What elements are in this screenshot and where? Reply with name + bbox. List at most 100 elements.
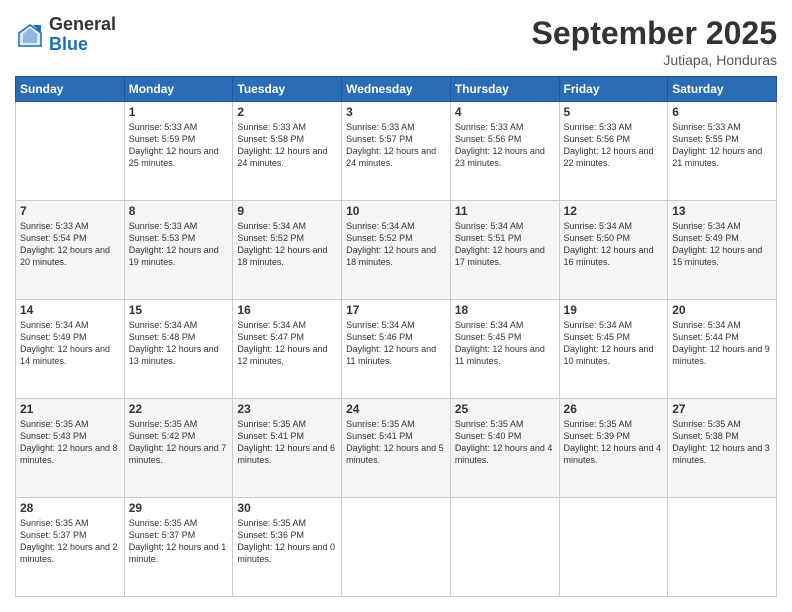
day-number: 2 [237,105,337,119]
calendar-table: Sunday Monday Tuesday Wednesday Thursday… [15,76,777,597]
cell-info: Sunrise: 5:33 AMSunset: 5:56 PMDaylight:… [455,121,555,170]
logo-general: General [49,15,116,35]
col-friday: Friday [559,77,668,102]
col-tuesday: Tuesday [233,77,342,102]
table-row: 22Sunrise: 5:35 AMSunset: 5:42 PMDayligh… [124,399,233,498]
day-number: 3 [346,105,446,119]
day-number: 1 [129,105,229,119]
cell-info: Sunrise: 5:34 AMSunset: 5:45 PMDaylight:… [564,319,664,368]
day-number: 12 [564,204,664,218]
day-number: 6 [672,105,772,119]
calendar-header-row: Sunday Monday Tuesday Wednesday Thursday… [16,77,777,102]
cell-info: Sunrise: 5:35 AMSunset: 5:43 PMDaylight:… [20,418,120,467]
day-number: 28 [20,501,120,515]
table-row: 13 Sunrise: 5:34 AMSunset: 5:49 PMDayligh… [668,201,777,300]
table-row [559,498,668,597]
cell-info: Sunrise: 5:34 AMSunset: 5:45 PMDaylight:… [455,319,555,368]
cell-info: Sunrise: 5:34 AMSunset: 5:49 PMDaylight:… [20,319,120,368]
location-subtitle: Jutiapa, Honduras [532,52,777,68]
day-number: 18 [455,303,555,317]
table-row [450,498,559,597]
cell-info: Sunrise: 5:34 AMSunset: 5:52 PMDaylight:… [237,220,337,269]
col-sunday: Sunday [16,77,125,102]
table-row: 7Sunrise: 5:33 AMSunset: 5:54 PMDaylight… [16,201,125,300]
table-row: 23Sunrise: 5:35 AMSunset: 5:41 PMDayligh… [233,399,342,498]
table-row [16,102,125,201]
cell-info: Sunrise: 5:34 AMSunset: 5:44 PMDaylight:… [672,319,772,368]
table-row: 24Sunrise: 5:35 AMSunset: 5:41 PMDayligh… [342,399,451,498]
table-row: 8 Sunrise: 5:33 AMSunset: 5:53 PMDaylight… [124,201,233,300]
table-row: 2 Sunrise: 5:33 AMSunset: 5:58 PMDaylight… [233,102,342,201]
table-row [342,498,451,597]
cell-info: Sunrise: 5:34 AMSunset: 5:50 PMDaylight:… [564,220,664,269]
cell-info: Sunrise: 5:33 AMSunset: 5:59 PMDaylight:… [129,121,229,170]
day-number: 26 [564,402,664,416]
cell-info: Sunrise: 5:35 AMSunset: 5:36 PMDaylight:… [237,517,337,566]
day-number: 13 [672,204,772,218]
cell-info: Sunrise: 5:34 AMSunset: 5:52 PMDaylight:… [346,220,446,269]
calendar-week-row: 21 Sunrise: 5:35 AMSunset: 5:43 PMDayligh… [16,399,777,498]
day-number: 14 [20,303,120,317]
calendar-week-row: 28 Sunrise: 5:35 AMSunset: 5:37 PMDayligh… [16,498,777,597]
cell-info: Sunrise: 5:33 AMSunset: 5:56 PMDaylight:… [564,121,664,170]
cell-info: Sunrise: 5:33 AMSunset: 5:55 PMDaylight:… [672,121,772,170]
day-number: 27 [672,402,772,416]
calendar-page: General Blue September 2025 Jutiapa, Hon… [0,0,792,612]
col-saturday: Saturday [668,77,777,102]
calendar-week-row: 7Sunrise: 5:33 AMSunset: 5:54 PMDaylight… [16,201,777,300]
cell-info: Sunrise: 5:35 AMSunset: 5:38 PMDaylight:… [672,418,772,467]
day-number: 19 [564,303,664,317]
cell-info: Sunrise: 5:34 AMSunset: 5:48 PMDaylight:… [129,319,229,368]
table-row: 17Sunrise: 5:34 AMSunset: 5:46 PMDayligh… [342,300,451,399]
day-number: 29 [129,501,229,515]
table-row: 18 Sunrise: 5:34 AMSunset: 5:45 PMDayligh… [450,300,559,399]
cell-info: Sunrise: 5:35 AMSunset: 5:40 PMDaylight:… [455,418,555,467]
col-wednesday: Wednesday [342,77,451,102]
cell-info: Sunrise: 5:35 AMSunset: 5:41 PMDaylight:… [346,418,446,467]
table-row: 1 Sunrise: 5:33 AMSunset: 5:59 PMDaylight… [124,102,233,201]
table-row: 12 Sunrise: 5:34 AMSunset: 5:50 PMDayligh… [559,201,668,300]
day-number: 5 [564,105,664,119]
day-number: 21 [20,402,120,416]
day-number: 16 [237,303,337,317]
cell-info: Sunrise: 5:35 AMSunset: 5:37 PMDaylight:… [20,517,120,566]
cell-info: Sunrise: 5:33 AMSunset: 5:58 PMDaylight:… [237,121,337,170]
table-row: 5 Sunrise: 5:33 AMSunset: 5:56 PMDaylight… [559,102,668,201]
table-row [668,498,777,597]
day-number: 10 [346,204,446,218]
day-number: 4 [455,105,555,119]
cell-info: Sunrise: 5:34 AMSunset: 5:46 PMDaylight:… [346,319,446,368]
header: General Blue September 2025 Jutiapa, Hon… [15,15,777,68]
logo: General Blue [15,15,116,55]
table-row: 28 Sunrise: 5:35 AMSunset: 5:37 PMDayligh… [16,498,125,597]
day-number: 7 [20,204,120,218]
table-row: 20Sunrise: 5:34 AMSunset: 5:44 PMDayligh… [668,300,777,399]
table-row: 29Sunrise: 5:35 AMSunset: 5:37 PMDayligh… [124,498,233,597]
cell-info: Sunrise: 5:35 AMSunset: 5:41 PMDaylight:… [237,418,337,467]
day-number: 11 [455,204,555,218]
table-row: 4 Sunrise: 5:33 AMSunset: 5:56 PMDaylight… [450,102,559,201]
logo-blue: Blue [49,35,116,55]
day-number: 30 [237,501,337,515]
logo-icon [15,20,45,50]
table-row: 16Sunrise: 5:34 AMSunset: 5:47 PMDayligh… [233,300,342,399]
day-number: 25 [455,402,555,416]
calendar-week-row: 14 Sunrise: 5:34 AMSunset: 5:49 PMDayligh… [16,300,777,399]
table-row: 9 Sunrise: 5:34 AMSunset: 5:52 PMDaylight… [233,201,342,300]
col-thursday: Thursday [450,77,559,102]
cell-info: Sunrise: 5:34 AMSunset: 5:51 PMDaylight:… [455,220,555,269]
cell-info: Sunrise: 5:33 AMSunset: 5:53 PMDaylight:… [129,220,229,269]
day-number: 8 [129,204,229,218]
table-row: 15 Sunrise: 5:34 AMSunset: 5:48 PMDayligh… [124,300,233,399]
table-row: 21 Sunrise: 5:35 AMSunset: 5:43 PMDayligh… [16,399,125,498]
table-row: 3 Sunrise: 5:33 AMSunset: 5:57 PMDaylight… [342,102,451,201]
cell-info: Sunrise: 5:33 AMSunset: 5:57 PMDaylight:… [346,121,446,170]
table-row: 30 Sunrise: 5:35 AMSunset: 5:36 PMDayligh… [233,498,342,597]
table-row: 10 Sunrise: 5:34 AMSunset: 5:52 PMDayligh… [342,201,451,300]
table-row: 19 Sunrise: 5:34 AMSunset: 5:45 PMDayligh… [559,300,668,399]
table-row: 25 Sunrise: 5:35 AMSunset: 5:40 PMDayligh… [450,399,559,498]
cell-info: Sunrise: 5:35 AMSunset: 5:39 PMDaylight:… [564,418,664,467]
day-number: 9 [237,204,337,218]
cell-info: Sunrise: 5:34 AMSunset: 5:49 PMDaylight:… [672,220,772,269]
day-number: 15 [129,303,229,317]
